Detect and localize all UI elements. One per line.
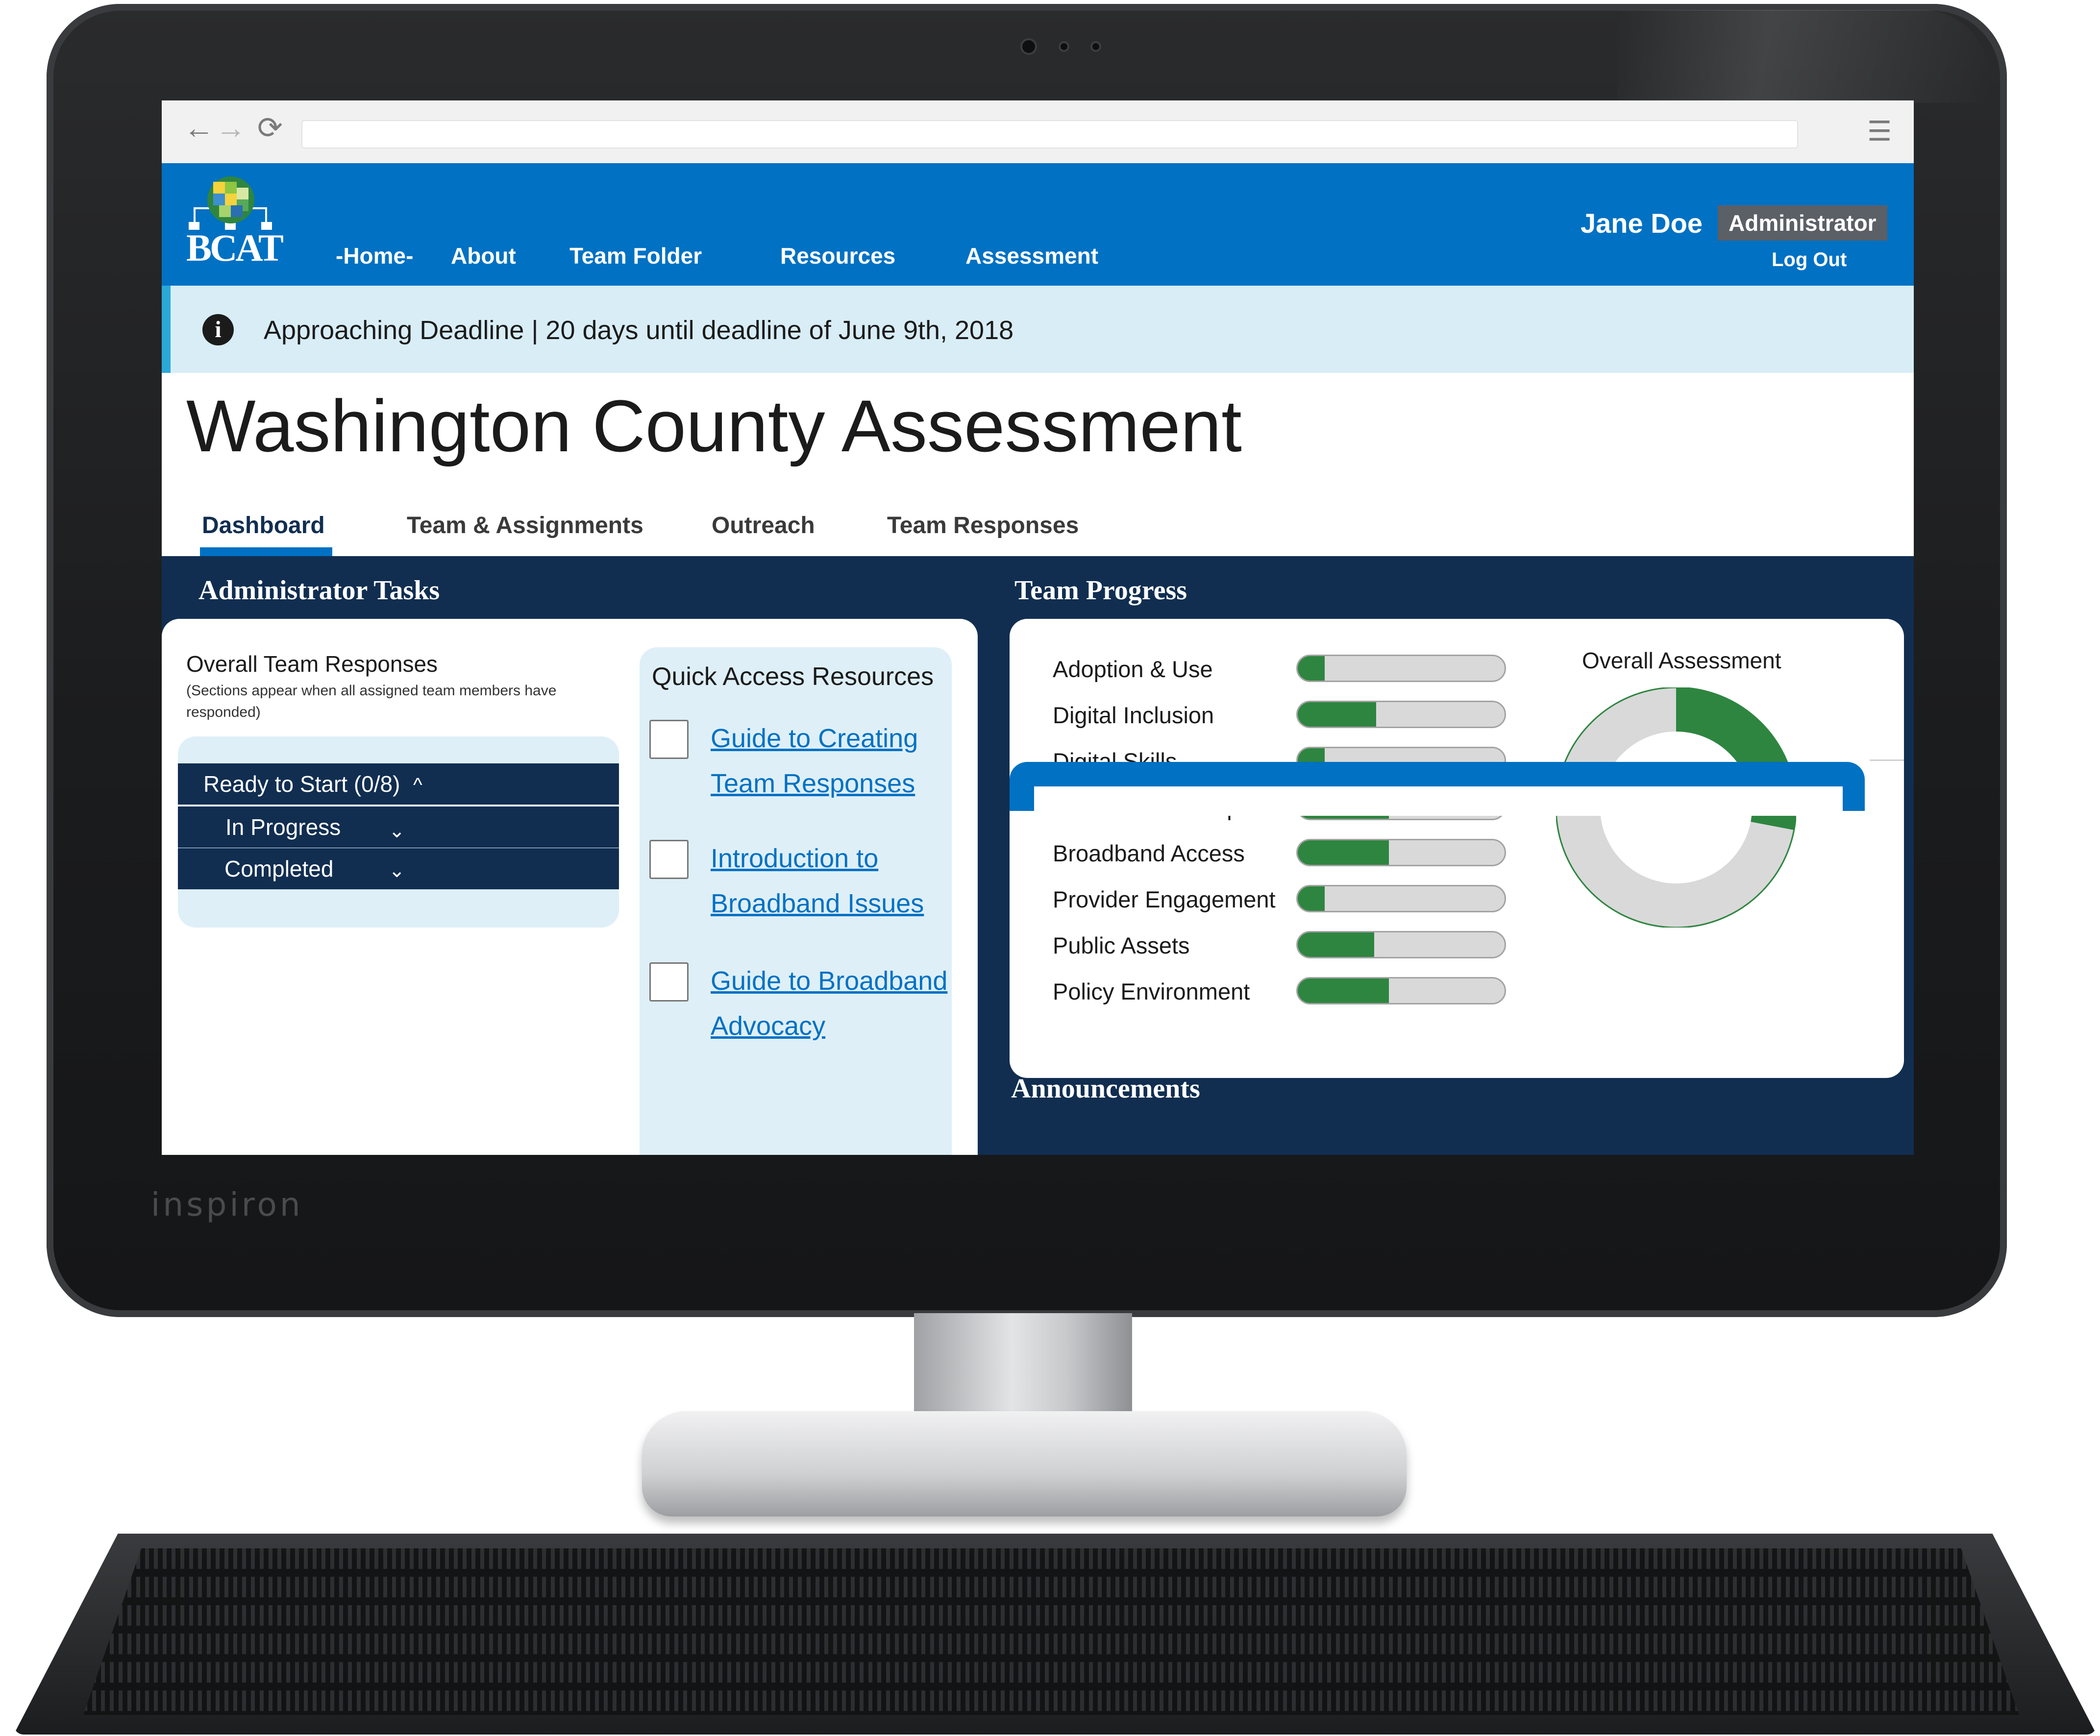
- accordion-label: Completed: [224, 856, 334, 881]
- chevron-down-icon: ⌄: [389, 820, 405, 842]
- progress-fill: [1298, 702, 1377, 727]
- progress-label: Policy Environment: [1053, 978, 1250, 1004]
- resource-checkbox[interactable]: [649, 962, 689, 1002]
- progress-bar: [1296, 655, 1506, 682]
- sensor-icon: [1090, 41, 1101, 52]
- user-name: Jane Doe: [1581, 208, 1703, 239]
- nav-resources[interactable]: Resources: [780, 243, 895, 269]
- progress-fill: [1298, 656, 1325, 681]
- role-badge: Administrator: [1718, 205, 1887, 241]
- webcam-icon: [1020, 38, 1037, 55]
- overall-responses-note: (Sections appear when all assigned team …: [186, 683, 557, 720]
- logout-link[interactable]: Log Out: [1772, 249, 1847, 271]
- forward-arrow-icon[interactable]: →: [216, 113, 246, 144]
- monitor-stand-base: [642, 1411, 1407, 1516]
- monitor-brand-label: inspiron: [151, 1186, 303, 1223]
- progress-label: Adoption & Use: [1053, 656, 1213, 682]
- resource-checkbox[interactable]: [649, 720, 689, 759]
- tab-team-assignments[interactable]: Team & Assignments: [407, 512, 643, 539]
- progress-fill: [1298, 886, 1325, 911]
- page-title: Washington County Assessment: [186, 385, 1242, 467]
- screen: ← → ⟳ ☰ BCAT -Home- About Team Folder Re…: [162, 100, 1914, 1155]
- progress-bar: [1296, 701, 1506, 728]
- overall-responses-title: Overall Team Responses: [186, 651, 438, 677]
- tab-bar: Dashboard Team & Assignments Outreach Te…: [162, 502, 1914, 556]
- progress-fill: [1298, 978, 1389, 1003]
- deadline-alert: i Approaching Deadline | 20 days until d…: [162, 286, 1914, 373]
- browser-toolbar: ← → ⟳ ☰: [162, 100, 1914, 164]
- nav-about[interactable]: About: [451, 243, 516, 269]
- responses-accordion: Ready to Start (0/8) ^ In Progress ⌄ Com…: [178, 736, 619, 928]
- progress-label: Public Assets: [1053, 932, 1190, 958]
- reload-icon[interactable]: ⟳: [257, 113, 283, 144]
- resource-link[interactable]: Guide to Broadband Advocacy: [711, 958, 965, 1049]
- progress-bar: [1296, 839, 1506, 866]
- resource-checkbox[interactable]: [649, 840, 689, 879]
- progress-bar: [1296, 931, 1506, 958]
- nav-home[interactable]: -Home-: [336, 243, 413, 269]
- resource-link[interactable]: Guide to Creating Team Responses: [711, 716, 965, 806]
- progress-fill: [1298, 840, 1389, 865]
- announcements-heading: Announcements: [1011, 1074, 1200, 1104]
- progress-label: Broadband Access: [1053, 840, 1245, 866]
- scrollbar-indicator[interactable]: [1870, 759, 1904, 761]
- overall-assessment-title: Overall Assessment: [1582, 648, 1781, 673]
- dashboard-area: Administrator Tasks Team Progress Overal…: [162, 556, 1914, 1155]
- monitor-neck: [914, 1313, 1132, 1426]
- tab-outreach[interactable]: Outreach: [712, 512, 815, 539]
- accordion-label: Ready to Start (0/8): [203, 771, 400, 797]
- logo-wordmark[interactable]: BCAT: [186, 226, 284, 270]
- nav-assessment[interactable]: Assessment: [965, 243, 1098, 269]
- progress-bar: [1296, 885, 1506, 912]
- bezel-glare: [1617, 10, 1990, 103]
- quick-access-title: Quick Access Resources: [652, 662, 934, 691]
- info-icon: i: [202, 314, 234, 345]
- accordion-completed[interactable]: Completed ⌄: [178, 848, 619, 889]
- progress-bar: [1296, 977, 1506, 1004]
- team-progress-heading: Team Progress: [1014, 575, 1187, 606]
- tab-team-responses[interactable]: Team Responses: [887, 512, 1079, 539]
- browser-menu-icon[interactable]: ☰: [1867, 115, 1892, 147]
- keyboard-keys: [83, 1548, 2019, 1715]
- accordion-ready-to-start[interactable]: Ready to Start (0/8) ^: [178, 763, 619, 805]
- quick-access-resources: Quick Access Resources Guide to Creating…: [640, 647, 952, 1155]
- site-header: BCAT -Home- About Team Folder Resources …: [162, 163, 1914, 286]
- alert-text: Approaching Deadline | 20 days until dea…: [264, 316, 1014, 345]
- active-tab-indicator: [200, 547, 332, 556]
- nav-team-folder[interactable]: Team Folder: [569, 243, 702, 269]
- accordion-in-progress[interactable]: In Progress ⌄: [178, 807, 619, 848]
- sensor-icon: [1059, 41, 1069, 52]
- tab-dashboard[interactable]: Dashboard: [202, 512, 325, 539]
- admin-tasks-panel: Overall Team Responses (Sections appear …: [162, 619, 978, 1155]
- team-progress-panel: Adoption & Use Digital Inclusion Digital S…: [1010, 619, 1904, 1078]
- progress-label: Provider Engagement: [1053, 886, 1276, 912]
- address-bar[interactable]: [301, 120, 1798, 148]
- admin-tasks-heading: Administrator Tasks: [198, 575, 440, 606]
- back-arrow-icon[interactable]: ←: [184, 113, 214, 144]
- chevron-down-icon: ⌄: [389, 860, 405, 881]
- progress-fill: [1298, 932, 1375, 957]
- resource-link[interactable]: Introduction to Broadband Issues: [711, 836, 965, 926]
- announcements-content: [1034, 786, 1843, 816]
- accordion-label: In Progress: [225, 814, 341, 840]
- chevron-up-icon: ^: [413, 774, 422, 796]
- progress-label: Digital Inclusion: [1053, 702, 1214, 728]
